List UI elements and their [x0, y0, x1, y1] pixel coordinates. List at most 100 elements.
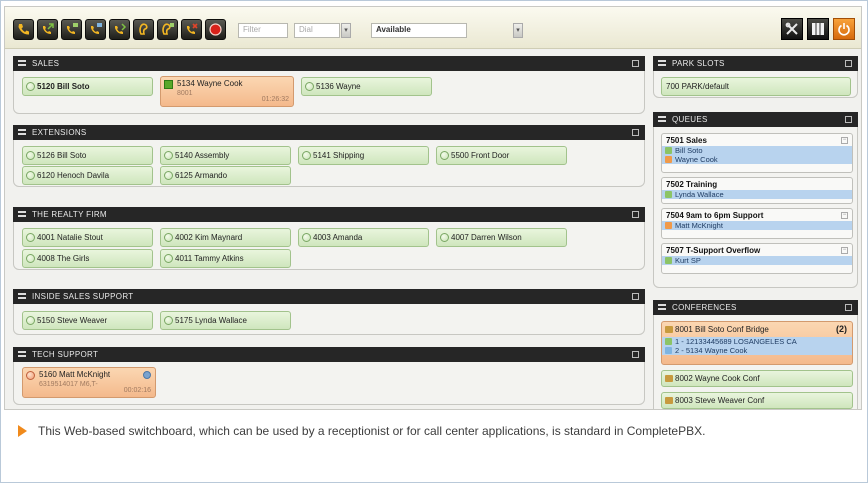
status-dot-icon [164, 254, 173, 263]
section-inside-sales-support: INSIDE SALES SUPPORT 5150 Steve Weaver 5… [13, 289, 645, 335]
queue-member[interactable]: Kurt SP [662, 256, 852, 265]
collapse-icon[interactable] [845, 60, 852, 67]
extension-tile[interactable]: 6120 Henoch Davila [22, 166, 153, 185]
extension-label: 6120 Henoch Davila [37, 171, 110, 180]
call-icon[interactable] [13, 19, 34, 40]
minimize-icon[interactable]: − [841, 137, 848, 144]
park-slot-tile[interactable]: 700 PARK/default [661, 77, 851, 96]
minimize-icon[interactable]: − [841, 247, 848, 254]
extension-label: 5500 Front Door [451, 151, 510, 160]
queue-member[interactable]: Matt McKnight [662, 221, 852, 230]
call-timer: 01:26:32 [261, 96, 289, 103]
queue-card[interactable]: 7504 9am to 6pm Support − Matt McKnight [661, 208, 853, 239]
section-title: THE REALTY FIRM [32, 210, 107, 219]
call-conference-icon[interactable] [85, 19, 106, 40]
status-dot-icon [26, 171, 35, 180]
extension-tile[interactable]: 5120 Bill Soto [22, 77, 153, 96]
collapse-icon[interactable] [632, 60, 639, 67]
extension-tile[interactable]: 4011 Tammy Atkins [160, 249, 291, 268]
extension-tile[interactable]: 4003 Amanda [298, 228, 429, 247]
extension-tile[interactable]: 5136 Wayne [301, 77, 432, 96]
dial-dropdown-button[interactable]: ▾ [341, 23, 351, 38]
conference-tile[interactable]: 8003 Steve Weaver Conf [661, 392, 853, 409]
extension-tile[interactable]: 5175 Lynda Wallace [160, 311, 291, 330]
extension-tile[interactable]: 5140 Assembly [160, 146, 291, 165]
extension-tile[interactable]: 4002 Kim Maynard [160, 228, 291, 247]
status-dropdown-arrow[interactable]: ▾ [513, 23, 523, 38]
minimize-icon[interactable]: − [841, 212, 848, 219]
conference-name: 8003 Steve Weaver Conf [675, 396, 765, 405]
settings-icon[interactable] [781, 18, 803, 40]
power-icon[interactable] [833, 18, 855, 40]
status-dot-icon [26, 254, 35, 263]
record-icon[interactable] [205, 19, 226, 40]
extension-tile[interactable]: 5126 Bill Soto [22, 146, 153, 165]
section-menu-icon[interactable] [18, 293, 26, 299]
queue-member[interactable]: Bill Soto [662, 146, 852, 155]
queue-member[interactable]: Lynda Wallace [662, 190, 852, 199]
call-hold-icon[interactable] [181, 19, 202, 40]
status-dot-icon [440, 233, 449, 242]
collapse-icon[interactable] [632, 129, 639, 136]
status-dot-icon [302, 151, 311, 160]
conference-count: (2) [836, 324, 847, 334]
conference-participant[interactable]: 2 - 5134 Wayne Cook [662, 346, 852, 355]
conference-tile[interactable]: 8002 Wayne Cook Conf [661, 370, 853, 387]
collapse-icon[interactable] [632, 351, 639, 358]
collapse-icon[interactable] [845, 304, 852, 311]
section-header: THE REALTY FIRM [13, 207, 645, 222]
extension-tile[interactable]: 5141 Shipping [298, 146, 429, 165]
section-menu-icon[interactable] [658, 304, 666, 310]
info-icon[interactable] [143, 371, 151, 379]
agent-icon [665, 147, 672, 154]
collapse-icon[interactable] [845, 116, 852, 123]
section-menu-icon[interactable] [18, 60, 26, 66]
status-select[interactable]: Available [371, 23, 467, 38]
collapse-icon[interactable] [632, 293, 639, 300]
extension-tile[interactable]: 5500 Front Door [436, 146, 567, 165]
section-header: CONFERENCES [653, 300, 858, 315]
section-menu-icon[interactable] [18, 129, 26, 135]
figure-caption: This Web-based switchboard, which can be… [18, 421, 858, 441]
voicemail-icon[interactable] [133, 19, 154, 40]
section-queues: QUEUES 7501 Sales − Bill Soto Wayne Cook… [653, 112, 858, 288]
extension-tile-active[interactable]: 5134 Wayne Cook 8001 01:26:32 [160, 76, 294, 107]
call-park-icon[interactable] [61, 19, 82, 40]
queue-card[interactable]: 7501 Sales − Bill Soto Wayne Cook [661, 133, 853, 173]
section-title: PARK SLOTS [672, 59, 725, 68]
intercom-icon[interactable] [157, 19, 178, 40]
layout-icon[interactable] [807, 18, 829, 40]
extension-label: 5160 Matt McKnight [39, 370, 111, 379]
section-menu-icon[interactable] [658, 60, 666, 66]
section-menu-icon[interactable] [658, 116, 666, 122]
collapse-icon[interactable] [632, 211, 639, 218]
queue-card[interactable]: 7507 T-Support Overflow − Kurt SP [661, 243, 853, 274]
queue-member[interactable]: Wayne Cook [662, 155, 852, 164]
queue-member-name: Bill Soto [675, 146, 703, 155]
queue-member-name: Lynda Wallace [675, 190, 724, 199]
extension-tile[interactable]: 4008 The Girls [22, 249, 153, 268]
extension-tile[interactable]: 5150 Steve Weaver [22, 311, 153, 330]
conference-icon [665, 397, 673, 404]
queue-card[interactable]: 7502 Training Lynda Wallace [661, 177, 853, 204]
extension-tile-active[interactable]: 5160 Matt McKnight 6319514017 M6,T- 00:0… [22, 367, 156, 398]
status-dot-icon [440, 151, 449, 160]
extension-tile[interactable]: 4007 Darren Wilson [436, 228, 567, 247]
participant-label: 1 - 12133445689 LOSANGELES CA [675, 337, 797, 346]
section-menu-icon[interactable] [18, 211, 26, 217]
conference-participant[interactable]: 1 - 12133445689 LOSANGELES CA [662, 337, 852, 346]
queue-name: 7507 T-Support Overflow [666, 246, 761, 255]
conference-tile-active[interactable]: 8001 Bill Soto Conf Bridge (2) 1 - 12133… [661, 321, 853, 365]
call-pickup-icon[interactable] [109, 19, 130, 40]
extension-tile[interactable]: 4001 Natalie Stout [22, 228, 153, 247]
call-transfer-icon[interactable] [37, 19, 58, 40]
filter-input[interactable]: Filter [238, 23, 288, 38]
extension-tile[interactable]: 6125 Armando [160, 166, 291, 185]
status-dot-icon [26, 151, 35, 160]
agent-icon [665, 222, 672, 229]
dial-input[interactable]: Dial [294, 23, 340, 38]
section-header: PARK SLOTS [653, 56, 858, 71]
section-menu-icon[interactable] [18, 351, 26, 357]
status-dot-icon [164, 233, 173, 242]
queue-member-name: Kurt SP [675, 256, 701, 265]
